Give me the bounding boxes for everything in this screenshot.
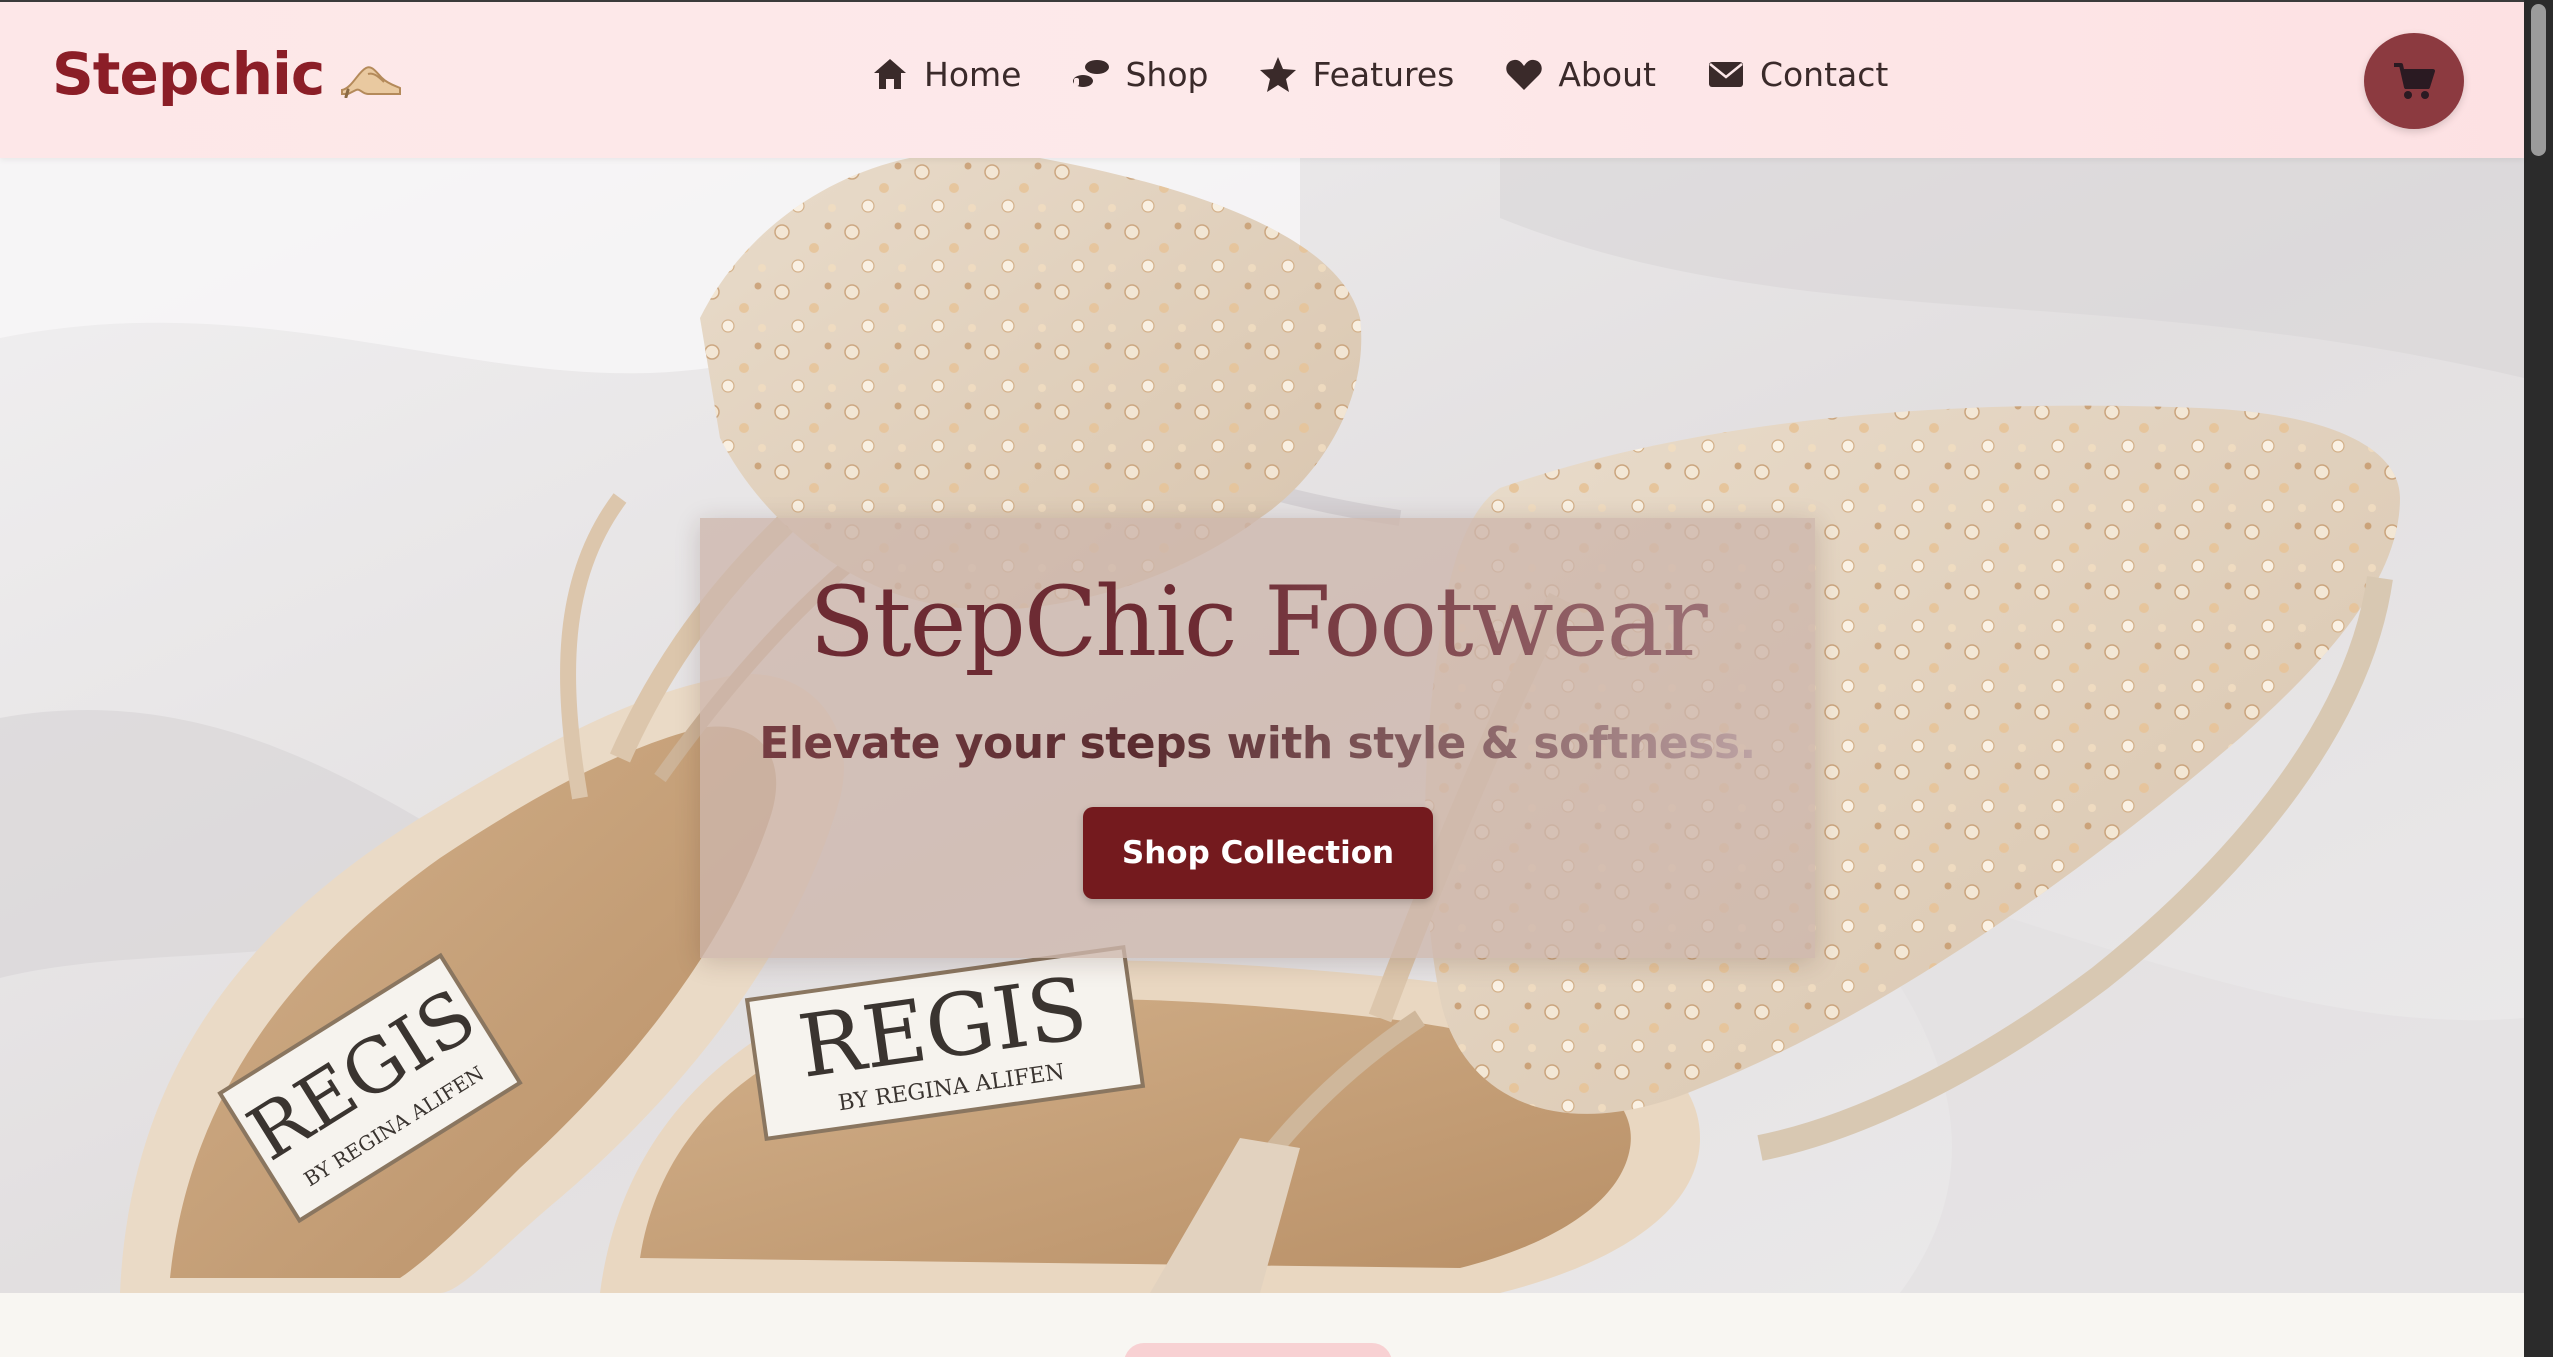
hero-card: StepChic Footwear Elevate your steps wit…	[700, 518, 1815, 958]
nav-label-contact: Contact	[1759, 54, 1889, 94]
nav-item-shop[interactable]: Shop	[1071, 54, 1208, 94]
main-nav: Home Shop Features About Contact	[870, 54, 1888, 94]
nav-item-features[interactable]: Features	[1258, 54, 1454, 94]
section-badge	[1124, 1343, 1392, 1357]
nav-item-contact[interactable]: Contact	[1706, 54, 1888, 94]
home-icon	[874, 59, 906, 89]
envelope-icon	[1708, 62, 1743, 87]
brand-name: Stepchic	[52, 40, 325, 108]
nav-label-shop: Shop	[1125, 54, 1209, 94]
nav-item-home[interactable]: Home	[870, 54, 1021, 94]
hero-title: StepChic Footwear	[700, 566, 1815, 678]
star-icon	[1260, 57, 1297, 92]
high-heel-icon	[341, 66, 402, 98]
shoe-prints-icon	[1073, 60, 1110, 87]
next-section	[0, 1293, 2524, 1357]
nav-item-about[interactable]: About	[1504, 54, 1656, 94]
hero-subtitle: Elevate your steps with style & softness…	[700, 718, 1815, 769]
heart-icon	[1506, 59, 1543, 90]
page: Stepchic Home Shop Features About Contac…	[0, 0, 2553, 1357]
nav-label-about: About	[1558, 54, 1656, 94]
brand-logo[interactable]: Stepchic	[52, 40, 404, 108]
cart-button[interactable]	[2364, 33, 2464, 129]
nav-label-home: Home	[924, 54, 1022, 94]
vertical-scrollbar[interactable]	[2524, 0, 2553, 1357]
scrollbar-thumb[interactable]	[2531, 4, 2546, 156]
navbar: Stepchic Home Shop Features About Contac…	[0, 0, 2524, 158]
nav-label-features: Features	[1312, 54, 1455, 94]
hero-section: REGIS BY REGINA ALIFEN REGIS BY REGINA A…	[0, 158, 2524, 1293]
shopping-cart-icon	[2394, 63, 2435, 99]
shop-collection-button[interactable]: Shop Collection	[1083, 807, 1433, 899]
